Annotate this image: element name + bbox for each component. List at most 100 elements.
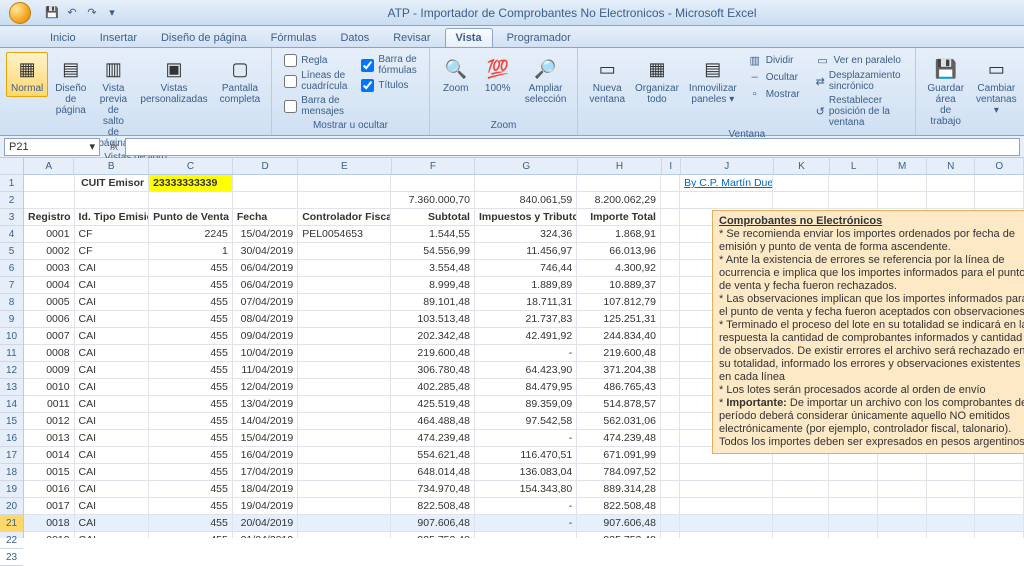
row-header[interactable]: 19 — [0, 481, 23, 498]
cell[interactable] — [975, 515, 1024, 532]
cell[interactable] — [661, 362, 680, 379]
col-header[interactable]: E — [298, 158, 391, 174]
cell[interactable]: 746,44 — [475, 260, 577, 277]
cell[interactable] — [661, 413, 680, 430]
cell[interactable] — [661, 243, 680, 260]
cell[interactable]: 455 — [149, 277, 233, 294]
cell[interactable] — [661, 345, 680, 362]
cell[interactable]: 907.606,48 — [577, 515, 661, 532]
row-headers[interactable]: 1234567891011121314151617181920212223 — [0, 158, 24, 538]
cell[interactable]: 0007 — [24, 328, 75, 345]
col-header[interactable]: F — [392, 158, 476, 174]
cell[interactable]: 455 — [149, 345, 233, 362]
cell[interactable]: 734.970,48 — [391, 481, 475, 498]
cell[interactable]: 455 — [149, 396, 233, 413]
cell[interactable]: 3.554,48 — [391, 260, 475, 277]
formula-input[interactable] — [125, 138, 1020, 156]
cell[interactable] — [298, 430, 391, 447]
ribbon-btn[interactable]: ▤Inmovilizarpaneles ▾ — [684, 52, 742, 108]
cell[interactable] — [661, 226, 680, 243]
cell[interactable]: 455 — [149, 413, 233, 430]
undo-icon[interactable]: ↶ — [64, 5, 80, 21]
cell[interactable] — [878, 515, 927, 532]
cell[interactable]: 648.014,48 — [391, 464, 475, 481]
row-header[interactable]: 2 — [0, 192, 23, 209]
row-header[interactable]: 5 — [0, 243, 23, 260]
cell[interactable]: By C.P. Martín Duete — [680, 175, 773, 192]
cell[interactable]: 784.097,52 — [577, 464, 661, 481]
cell[interactable]: 54.556,99 — [391, 243, 475, 260]
cell[interactable]: 0003 — [24, 260, 75, 277]
tab-insertar[interactable]: Insertar — [90, 29, 147, 47]
cell[interactable]: 89.359,09 — [475, 396, 577, 413]
ribbon-small-btn[interactable]: ↺Restablecer posición de la ventana — [812, 94, 910, 129]
cell[interactable]: 455 — [149, 481, 233, 498]
cell[interactable]: 0004 — [24, 277, 75, 294]
cell[interactable] — [661, 209, 680, 226]
redo-icon[interactable]: ↷ — [84, 5, 100, 21]
cell[interactable]: 14/04/2019 — [233, 413, 298, 430]
cell[interactable]: 402.285,48 — [391, 379, 475, 396]
cell[interactable]: 889.314,28 — [577, 481, 661, 498]
cell[interactable]: 136.083,04 — [475, 464, 577, 481]
cell[interactable] — [298, 464, 391, 481]
cell[interactable] — [661, 277, 680, 294]
ribbon-btn[interactable]: 🔎Ampliarselección — [520, 52, 572, 108]
ribbon-btn[interactable]: ▦Organizartodo — [630, 52, 684, 108]
cell[interactable]: 06/04/2019 — [233, 260, 298, 277]
row-header[interactable]: 6 — [0, 260, 23, 277]
cell[interactable]: 18.711,31 — [475, 294, 577, 311]
cell[interactable] — [829, 192, 878, 209]
cell[interactable]: 486.765,43 — [577, 379, 661, 396]
cell[interactable]: 202.342,48 — [391, 328, 475, 345]
cell[interactable]: 0011 — [24, 396, 75, 413]
cell[interactable]: 0008 — [24, 345, 75, 362]
cell[interactable] — [298, 175, 391, 192]
ribbon-small-btn[interactable]: ▭Ver en paralelo — [812, 52, 910, 68]
cell[interactable]: 0012 — [24, 413, 75, 430]
cell[interactable] — [680, 192, 773, 209]
cell[interactable] — [773, 515, 829, 532]
cell[interactable]: 06/04/2019 — [233, 277, 298, 294]
cell[interactable]: Controlador Fiscal — [298, 209, 391, 226]
cell[interactable]: 425.519,48 — [391, 396, 475, 413]
tab-diseño-de-página[interactable]: Diseño de página — [151, 29, 257, 47]
cell[interactable]: 07/04/2019 — [233, 294, 298, 311]
cell[interactable]: 822.508,48 — [391, 498, 475, 515]
row-header[interactable]: 21 — [0, 515, 23, 532]
cell[interactable]: 12/04/2019 — [233, 379, 298, 396]
cell[interactable] — [298, 481, 391, 498]
cell[interactable]: 20/04/2019 — [233, 515, 298, 532]
cell[interactable] — [233, 192, 298, 209]
cell[interactable]: 371.204,38 — [577, 362, 661, 379]
row-header[interactable]: 17 — [0, 447, 23, 464]
cell[interactable] — [298, 277, 391, 294]
cell[interactable]: 0015 — [24, 464, 75, 481]
ribbon-btn[interactable]: 💾Guardar áreade trabajo — [922, 52, 969, 130]
cell[interactable]: 0002 — [24, 243, 75, 260]
ribbon-btn[interactable]: ▦Normal — [6, 52, 48, 97]
cell[interactable] — [661, 260, 680, 277]
cell[interactable]: 103.513,48 — [391, 311, 475, 328]
cell[interactable] — [661, 311, 680, 328]
cell[interactable]: 455 — [149, 498, 233, 515]
cell[interactable]: CF — [75, 226, 150, 243]
cell[interactable] — [927, 192, 976, 209]
row-header[interactable]: 7 — [0, 277, 23, 294]
cell[interactable]: Impuestos y Tributos — [475, 209, 577, 226]
cell[interactable]: 10/04/2019 — [233, 345, 298, 362]
cell[interactable]: 11/04/2019 — [233, 362, 298, 379]
cell[interactable]: CAI — [75, 311, 150, 328]
cell[interactable] — [975, 481, 1024, 498]
cell[interactable] — [661, 328, 680, 345]
row-header[interactable]: 1 — [0, 175, 23, 192]
tab-vista[interactable]: Vista — [445, 28, 493, 47]
cell[interactable]: 0018 — [24, 515, 75, 532]
ribbon-checkbox[interactable]: Barra de mensajes — [284, 95, 347, 117]
cell[interactable]: 455 — [149, 464, 233, 481]
cell[interactable]: 474.239,48 — [577, 430, 661, 447]
office-button[interactable] — [0, 0, 40, 26]
cell[interactable] — [927, 532, 976, 538]
cell[interactable] — [773, 481, 829, 498]
cell[interactable] — [927, 515, 976, 532]
